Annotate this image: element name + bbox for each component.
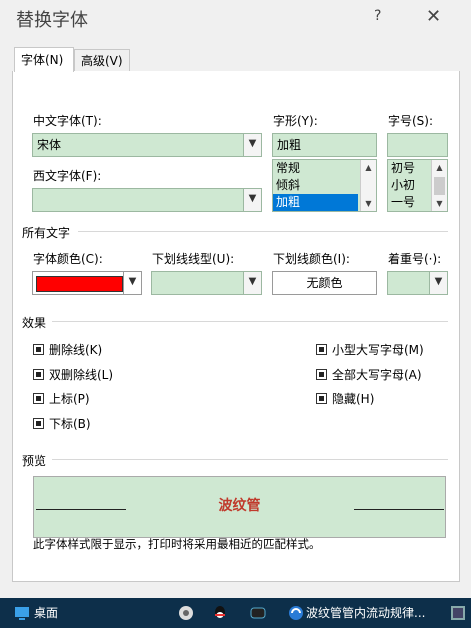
- style-value: 加粗: [277, 138, 302, 152]
- browser-icon[interactable]: [288, 605, 304, 621]
- all-caps-checkbox[interactable]: 全部大写字母(A): [316, 366, 422, 383]
- desktop-icon[interactable]: [14, 605, 30, 621]
- qq-icon[interactable]: [212, 605, 228, 621]
- tab-font[interactable]: 字体(N): [14, 47, 74, 72]
- checkbox-box[interactable]: [33, 369, 44, 380]
- color-swatch: [36, 276, 123, 292]
- checkbox-box[interactable]: [316, 344, 327, 355]
- section-divider: [52, 321, 448, 322]
- effects-section-label: 效果: [22, 316, 47, 330]
- scroll-down-icon[interactable]: ▼: [432, 196, 447, 211]
- style-input[interactable]: 加粗: [272, 133, 377, 157]
- preview-sample: 波纹管: [218, 498, 261, 514]
- cn-font-label: 中文字体(T):: [33, 114, 102, 128]
- west-font-combo[interactable]: ▼: [32, 188, 262, 212]
- app-icon[interactable]: [178, 605, 194, 621]
- style-list[interactable]: 常规 倾斜 加粗 ▲ ▼: [272, 159, 377, 212]
- scroll-up-icon[interactable]: ▲: [432, 160, 447, 175]
- preview-section-label: 预览: [22, 454, 47, 468]
- font-dialog: 替换字体 ? ✕ 高级(V) 字体(N) 中文字体(T): 宋体 ▼ 西文字体(…: [0, 0, 471, 598]
- cn-font-value: 宋体: [37, 138, 62, 152]
- help-button[interactable]: ?: [374, 8, 381, 24]
- close-button[interactable]: ✕: [426, 6, 441, 27]
- checkbox-label: 小型大写字母(M): [332, 343, 424, 357]
- app-icon[interactable]: [250, 605, 266, 621]
- checkbox-label: 删除线(K): [49, 343, 103, 357]
- strikethrough-checkbox[interactable]: 删除线(K): [33, 341, 102, 358]
- underline-color-label: 下划线颜色(I):: [273, 252, 350, 266]
- subscript-checkbox[interactable]: 下标(B): [33, 415, 91, 432]
- scroll-thumb[interactable]: [434, 177, 445, 195]
- preview-box: 波纹管: [33, 476, 446, 538]
- chevron-down-icon[interactable]: ▼: [243, 189, 261, 211]
- style-option-selected[interactable]: 加粗: [273, 194, 358, 211]
- checkbox-label: 隐藏(H): [332, 392, 375, 406]
- underline-combo[interactable]: ▼: [151, 271, 262, 295]
- checkbox-label: 上标(P): [49, 392, 90, 406]
- all-text-section-label: 所有文字: [22, 226, 71, 240]
- underline-color-button[interactable]: 无颜色: [272, 271, 377, 295]
- checkbox-box[interactable]: [33, 344, 44, 355]
- color-label: 字体颜色(C):: [33, 252, 103, 266]
- taskbar: 桌面 波纹管管内流动规律...: [0, 598, 471, 628]
- app-icon[interactable]: [450, 605, 466, 621]
- chevron-down-icon[interactable]: ▼: [243, 134, 261, 156]
- underline-color-value: 无颜色: [306, 276, 343, 290]
- font-color-picker[interactable]: ▼: [32, 271, 142, 295]
- desktop-label[interactable]: 桌面: [34, 598, 58, 628]
- hidden-checkbox[interactable]: 隐藏(H): [316, 390, 374, 407]
- style-label: 字形(Y):: [273, 114, 318, 128]
- small-caps-checkbox[interactable]: 小型大写字母(M): [316, 341, 424, 358]
- section-divider: [78, 231, 448, 232]
- tab-advanced[interactable]: 高级(V): [74, 49, 130, 71]
- cn-font-combo[interactable]: 宋体 ▼: [32, 133, 262, 157]
- emphasis-label: 着重号(·):: [388, 252, 442, 266]
- checkbox-box[interactable]: [33, 418, 44, 429]
- chevron-down-icon[interactable]: ▼: [123, 272, 141, 294]
- scrollbar[interactable]: ▲ ▼: [431, 160, 447, 211]
- superscript-checkbox[interactable]: 上标(P): [33, 390, 90, 407]
- size-list[interactable]: 初号 小初 一号 ▲ ▼: [387, 159, 448, 212]
- section-divider: [52, 459, 448, 460]
- checkbox-label: 双删除线(L): [49, 368, 114, 382]
- scroll-up-icon[interactable]: ▲: [361, 160, 376, 175]
- scrollbar[interactable]: ▲ ▼: [360, 160, 376, 211]
- chevron-down-icon[interactable]: ▼: [429, 272, 447, 294]
- checkbox-box[interactable]: [33, 393, 44, 404]
- underline-label: 下划线线型(U):: [152, 252, 235, 266]
- preview-baseline-right: [354, 509, 444, 510]
- checkbox-box[interactable]: [316, 369, 327, 380]
- scroll-down-icon[interactable]: ▼: [361, 196, 376, 211]
- checkbox-label: 下标(B): [49, 417, 91, 431]
- chevron-down-icon[interactable]: ▼: [243, 272, 261, 294]
- checkbox-label: 全部大写字母(A): [332, 368, 422, 382]
- double-strikethrough-checkbox[interactable]: 双删除线(L): [33, 366, 113, 383]
- dialog-title: 替换字体: [16, 10, 88, 31]
- size-input[interactable]: [387, 133, 448, 157]
- preview-note: 此字体样式限于显示，打印时将采用最相近的匹配样式。: [33, 537, 321, 551]
- checkbox-box[interactable]: [316, 393, 327, 404]
- size-label: 字号(S):: [388, 114, 434, 128]
- window-label[interactable]: 波纹管管内流动规律...: [306, 598, 425, 628]
- emphasis-combo[interactable]: ▼: [387, 271, 448, 295]
- west-font-label: 西文字体(F):: [33, 169, 102, 183]
